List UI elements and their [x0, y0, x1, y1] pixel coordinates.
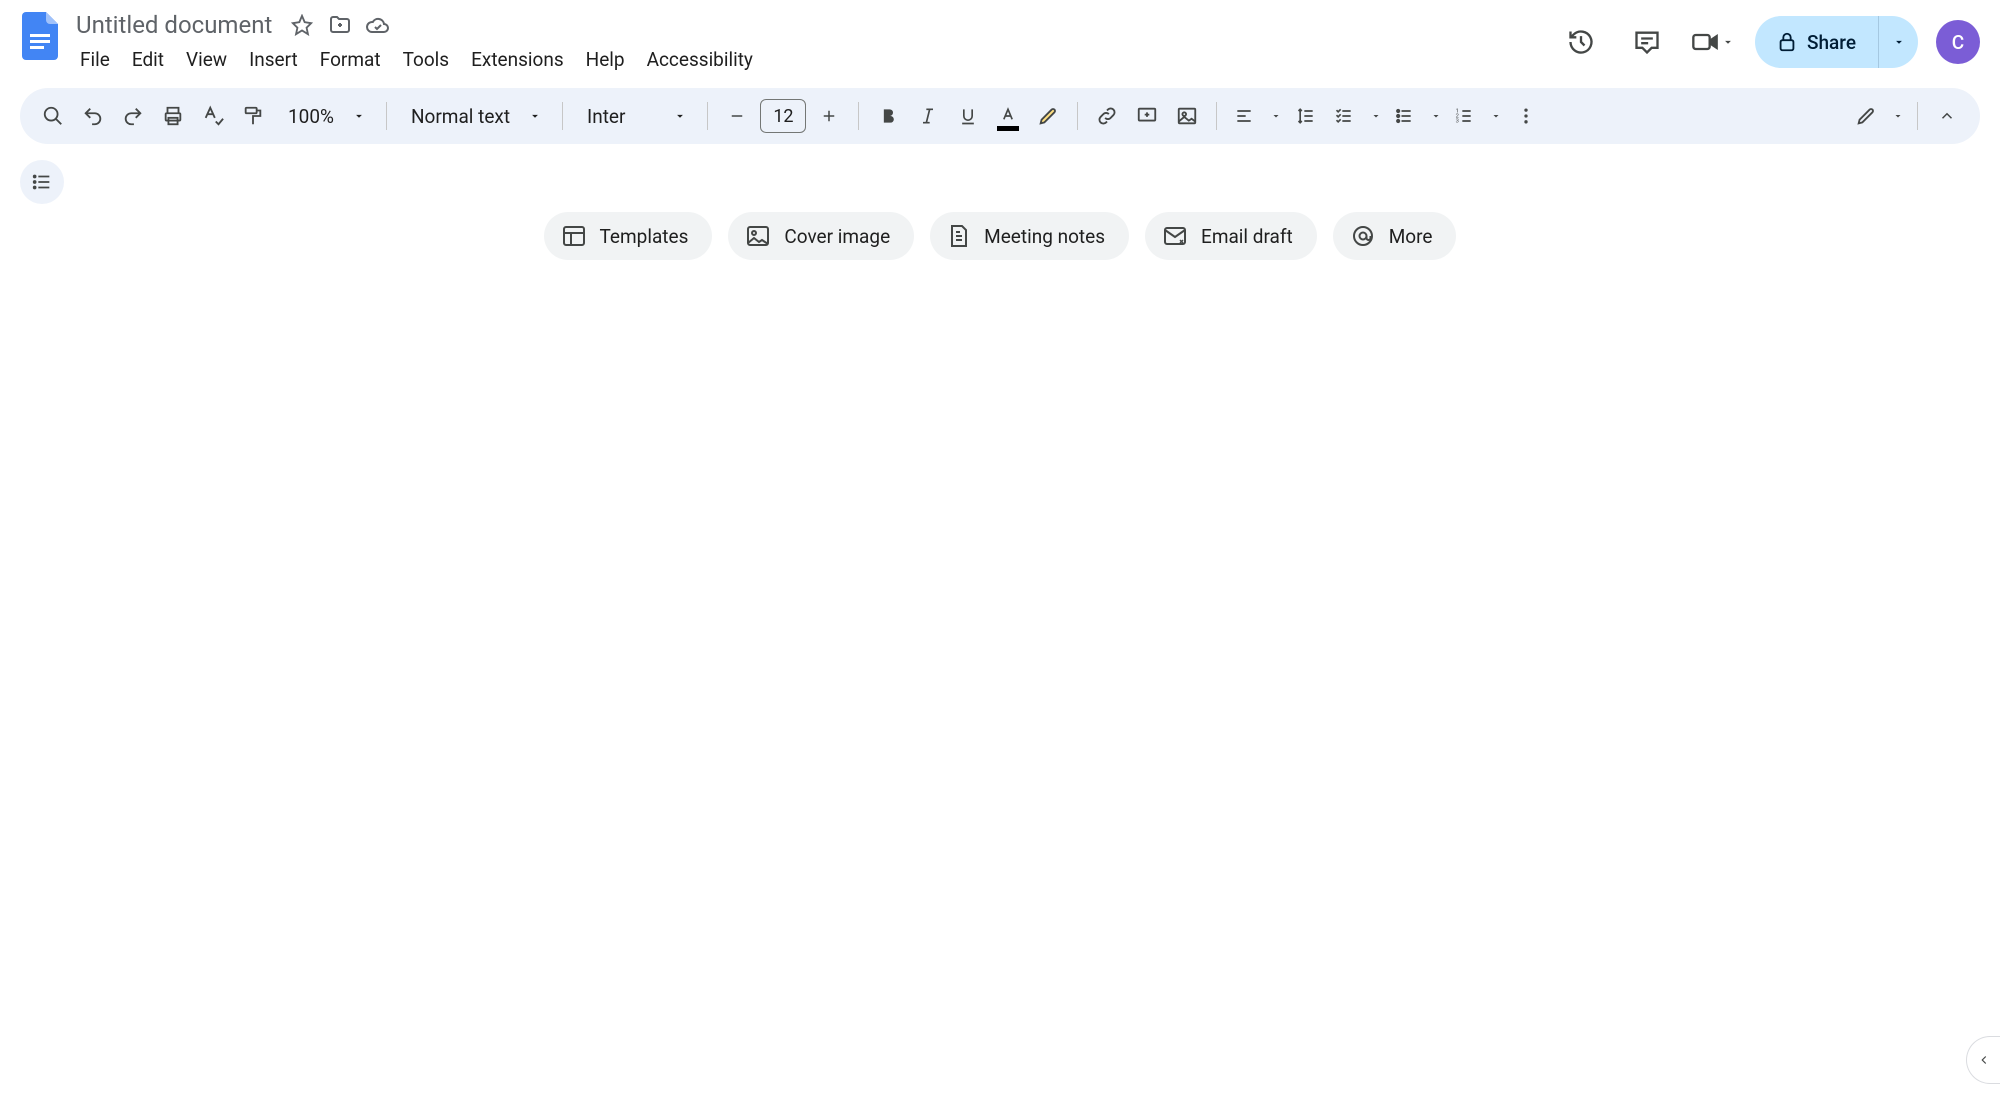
share-main[interactable]: Share: [1755, 16, 1878, 68]
menu-format[interactable]: Format: [310, 44, 391, 75]
chip-templates[interactable]: Templates: [544, 212, 713, 260]
menu-extensions[interactable]: Extensions: [461, 44, 574, 75]
lock-icon: [1777, 31, 1797, 53]
share-label: Share: [1807, 31, 1856, 54]
paragraph-style-selector[interactable]: Normal text: [397, 105, 552, 128]
side-panel-toggle[interactable]: [1966, 1036, 2000, 1084]
separator: [1216, 102, 1217, 130]
editing-mode-icon[interactable]: [1849, 97, 1887, 135]
menu-bar: File Edit View Insert Format Tools Exten…: [70, 44, 1557, 75]
separator: [1917, 102, 1918, 130]
menu-view[interactable]: View: [176, 44, 237, 75]
chip-meeting-notes[interactable]: Meeting notes: [930, 212, 1129, 260]
checklist-icon[interactable]: [1327, 97, 1365, 135]
line-spacing-icon[interactable]: [1287, 97, 1325, 135]
star-icon[interactable]: [288, 11, 316, 39]
separator: [707, 102, 708, 130]
email-icon: [1163, 226, 1187, 246]
paint-format-icon[interactable]: [234, 97, 272, 135]
comment-icon[interactable]: [1623, 18, 1671, 66]
underline-icon[interactable]: [949, 97, 987, 135]
title-row: Untitled document: [70, 10, 1557, 40]
italic-icon[interactable]: [909, 97, 947, 135]
chip-email-draft[interactable]: Email draft: [1145, 212, 1317, 260]
chip-more[interactable]: More: [1333, 212, 1457, 260]
redo-icon[interactable]: [114, 97, 152, 135]
chip-label: Email draft: [1201, 225, 1293, 248]
editing-mode-dropdown[interactable]: [1889, 110, 1907, 122]
search-icon[interactable]: [34, 97, 72, 135]
print-icon[interactable]: [154, 97, 192, 135]
share-dropdown[interactable]: [1878, 16, 1918, 68]
svg-text:3: 3: [1456, 119, 1459, 125]
chevron-down-icon: [352, 109, 366, 123]
highlight-icon[interactable]: [1029, 97, 1067, 135]
toolbar: 100% Normal text Inter: [20, 88, 1980, 144]
font-size-control: [718, 97, 848, 135]
separator: [1077, 102, 1078, 130]
menu-accessibility[interactable]: Accessibility: [637, 44, 763, 75]
decrease-fontsize-icon[interactable]: [718, 97, 756, 135]
separator: [386, 102, 387, 130]
suggestion-chips: Templates Cover image Meeting notes Emai…: [0, 212, 2000, 260]
document-icon: [948, 224, 970, 248]
checklist-dropdown[interactable]: [1367, 110, 1385, 122]
video-call-button[interactable]: [1689, 18, 1737, 66]
bullet-list-icon[interactable]: [1387, 97, 1425, 135]
cloud-status-icon[interactable]: [364, 11, 392, 39]
font-value: Inter: [587, 105, 625, 128]
chevron-down-icon: [528, 109, 542, 123]
bullet-dropdown[interactable]: [1427, 110, 1445, 122]
style-value: Normal text: [411, 105, 510, 128]
document-title[interactable]: Untitled document: [70, 9, 278, 41]
docs-logo[interactable]: [14, 10, 66, 62]
account-avatar[interactable]: C: [1936, 20, 1980, 64]
font-selector[interactable]: Inter: [573, 105, 697, 128]
align-icon[interactable]: [1227, 97, 1265, 135]
add-comment-icon[interactable]: [1128, 97, 1166, 135]
menu-tools[interactable]: Tools: [393, 44, 460, 75]
font-size-input[interactable]: [760, 99, 806, 133]
share-button: Share: [1755, 16, 1918, 68]
spellcheck-icon[interactable]: [194, 97, 232, 135]
menu-help[interactable]: Help: [576, 44, 635, 75]
collapse-toolbar-icon[interactable]: [1928, 97, 1966, 135]
document-area: Templates Cover image Meeting notes Emai…: [0, 144, 2000, 260]
menu-file[interactable]: File: [70, 44, 120, 75]
insert-image-icon[interactable]: [1168, 97, 1206, 135]
chip-label: Cover image: [784, 225, 890, 248]
text-color-icon[interactable]: [989, 97, 1027, 135]
undo-icon[interactable]: [74, 97, 112, 135]
history-icon[interactable]: [1557, 18, 1605, 66]
separator: [562, 102, 563, 130]
chip-label: Meeting notes: [984, 225, 1105, 248]
insert-link-icon[interactable]: [1088, 97, 1126, 135]
at-icon: [1351, 224, 1375, 248]
menu-insert[interactable]: Insert: [239, 44, 308, 75]
chip-label: More: [1389, 225, 1433, 248]
move-folder-icon[interactable]: [326, 11, 354, 39]
title-area: Untitled document File Edit View Insert …: [70, 10, 1557, 75]
image-icon: [746, 225, 770, 247]
templates-icon: [562, 225, 586, 247]
increase-fontsize-icon[interactable]: [810, 97, 848, 135]
avatar-letter: C: [1952, 31, 1964, 54]
chip-cover-image[interactable]: Cover image: [728, 212, 914, 260]
align-dropdown[interactable]: [1267, 110, 1285, 122]
header-right: Share C: [1557, 10, 1980, 68]
bold-icon[interactable]: [869, 97, 907, 135]
numbered-list-icon[interactable]: 123: [1447, 97, 1485, 135]
menu-edit[interactable]: Edit: [122, 44, 174, 75]
chip-label: Templates: [600, 225, 689, 248]
zoom-value: 100%: [288, 105, 334, 128]
more-options-icon[interactable]: [1507, 97, 1545, 135]
separator: [858, 102, 859, 130]
header-bar: Untitled document File Edit View Insert …: [0, 0, 2000, 84]
chevron-down-icon: [673, 109, 687, 123]
numbered-dropdown[interactable]: [1487, 110, 1505, 122]
outline-toggle-icon[interactable]: [20, 160, 64, 204]
toolbar-container: 100% Normal text Inter: [0, 84, 2000, 144]
zoom-selector[interactable]: 100%: [274, 105, 376, 128]
